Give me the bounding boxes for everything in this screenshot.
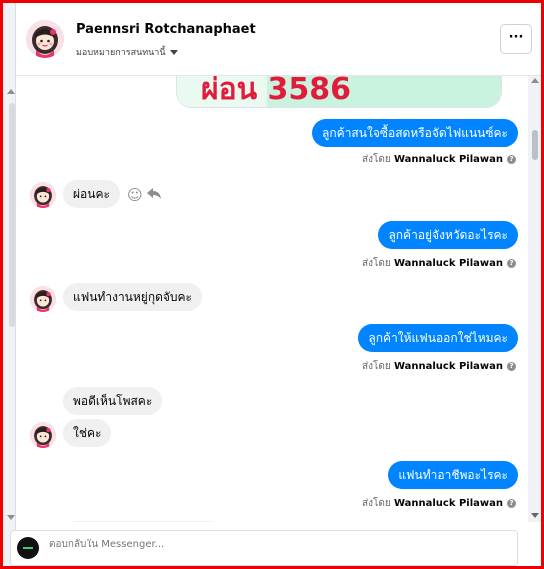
reply-icon[interactable]: [146, 185, 162, 205]
sent-by-agent: Wannaluck Pilawan: [393, 258, 503, 269]
message-incoming-partial: [68, 521, 218, 522]
conversation-header: Paennsri Rotchanaphaet มอบหมายการสนทนานี…: [16, 3, 542, 76]
scroll-up-arrow[interactable]: [531, 78, 539, 83]
sent-by-prefix: ส่งโดย: [362, 361, 391, 372]
scroll-thumb[interactable]: [532, 130, 538, 160]
banner-image[interactable]: ผ่อน 3586: [176, 76, 502, 108]
sent-by-prefix: ส่งโดย: [362, 154, 391, 165]
page-avatar: [17, 537, 39, 559]
sent-by-agent: Wannaluck Pilawan: [393, 361, 503, 372]
reply-input[interactable]: [49, 539, 449, 550]
scroll-down-arrow[interactable]: [531, 513, 539, 518]
reply-composer[interactable]: [10, 530, 518, 566]
info-icon[interactable]: ?: [507, 258, 516, 268]
message-scrollbar[interactable]: [528, 76, 542, 522]
emoji-icon[interactable]: ☺: [127, 186, 143, 204]
message-outgoing[interactable]: ลูกค้าอยู่จังหวัดอะไรคะ: [378, 221, 518, 249]
banner-text: ผ่อน 3586: [201, 76, 351, 107]
scroll-down-arrow[interactable]: [7, 515, 15, 520]
sent-by-label: ส่งโดย Wannaluck Pilawan?: [362, 496, 516, 511]
more-options-icon: ···: [508, 30, 524, 45]
sent-by-agent: Wannaluck Pilawan: [393, 154, 503, 165]
sent-by-prefix: ส่งโดย: [362, 498, 391, 509]
avatar[interactable]: [30, 182, 56, 208]
message-incoming[interactable]: แฟนทำงานหยู่กุดจับคะ: [63, 283, 203, 311]
info-icon[interactable]: ?: [507, 361, 516, 371]
info-icon[interactable]: ?: [507, 154, 516, 164]
sent-by-label: ส่งโดย Wannaluck Pilawan?: [362, 256, 516, 271]
more-options-button[interactable]: ···: [500, 24, 532, 54]
avatar[interactable]: [30, 422, 56, 448]
avatar[interactable]: [26, 20, 64, 58]
assign-conversation-label: มอบหมายการสนทนานี้: [76, 48, 166, 58]
message-incoming[interactable]: ผ่อนคะ: [63, 180, 120, 208]
message-outgoing[interactable]: ลูกค้าให้แฟนออกใช่ไหมคะ: [358, 324, 518, 352]
sent-by-label: ส่งโดย Wannaluck Pilawan?: [362, 152, 516, 167]
chevron-down-icon: [169, 50, 178, 55]
message-list[interactable]: ผ่อน 3586 ลูกค้าสนใจซื้อสดหรือจัดไฟแนนซ์…: [16, 76, 528, 522]
message-incoming[interactable]: ใช่คะ: [63, 419, 112, 447]
sent-by-agent: Wannaluck Pilawan: [393, 498, 503, 509]
message-outgoing[interactable]: แฟนทำอาชีพอะไรคะ: [388, 461, 518, 489]
left-scrollbar[interactable]: [3, 3, 15, 566]
sent-by-prefix: ส่งโดย: [362, 258, 391, 269]
scroll-up-arrow[interactable]: [7, 89, 15, 94]
assign-conversation-dropdown[interactable]: มอบหมายการสนทนานี้: [76, 45, 178, 59]
message-outgoing[interactable]: ลูกค้าสนใจซื้อสดหรือจัดไฟแนนซ์คะ: [312, 119, 518, 147]
message-incoming[interactable]: พอดีเห็นโพสคะ: [63, 387, 163, 415]
conversation-panel: Paennsri Rotchanaphaet มอบหมายการสนทนานี…: [15, 3, 542, 566]
sent-by-label: ส่งโดย Wannaluck Pilawan?: [362, 359, 516, 374]
contact-name[interactable]: Paennsri Rotchanaphaet: [76, 22, 256, 37]
avatar[interactable]: [30, 286, 56, 312]
info-icon[interactable]: ?: [507, 498, 516, 508]
